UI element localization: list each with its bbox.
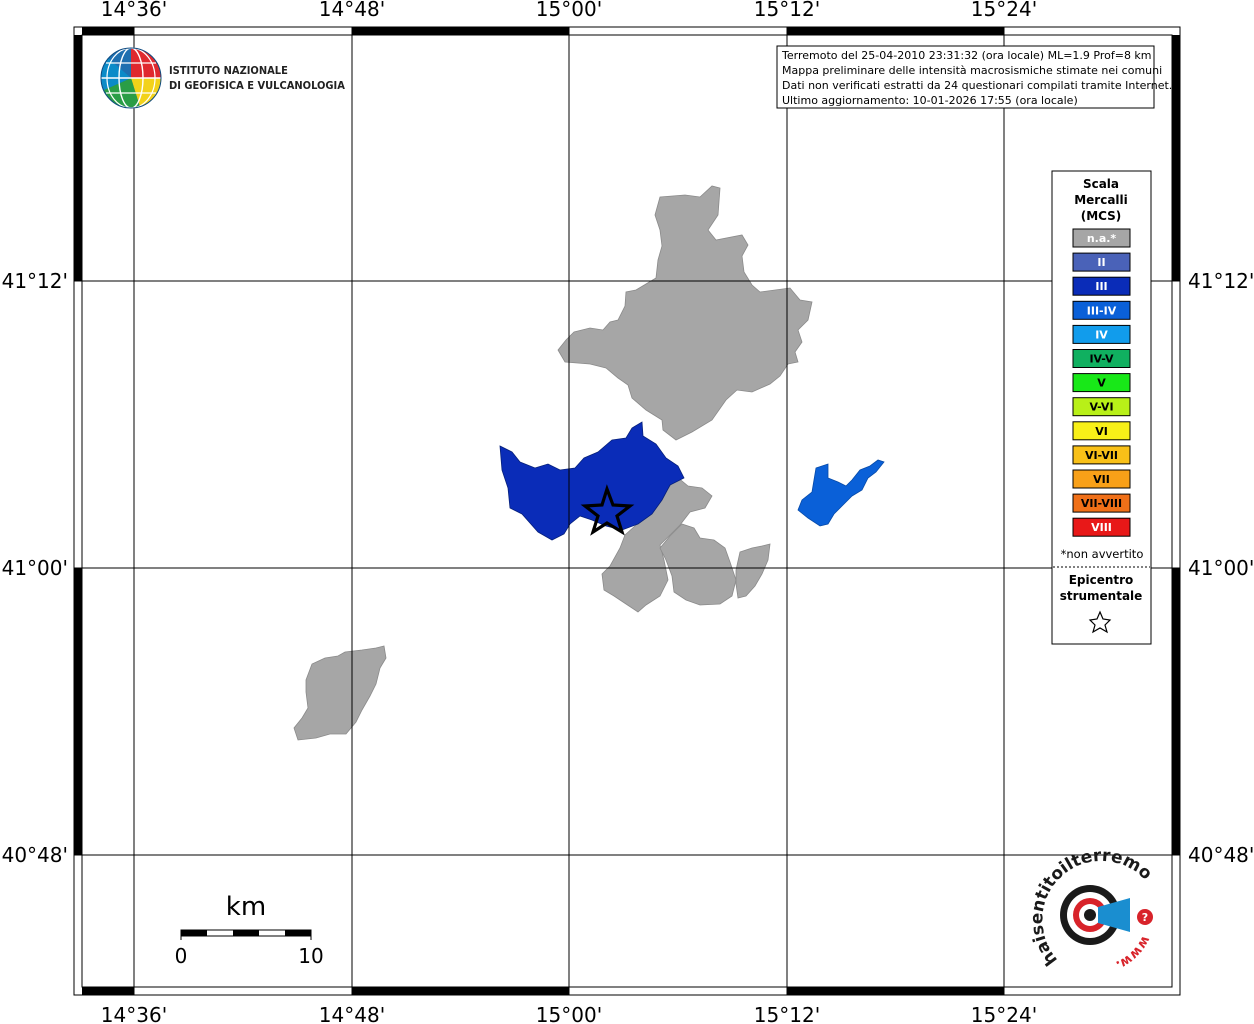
info-line-2: Mappa preliminare delle intensità macros…	[782, 64, 1162, 77]
ingv-globe-icon	[100, 47, 162, 109]
svg-text:?: ?	[1142, 911, 1148, 924]
legend-label-7: V-VI	[1089, 401, 1113, 414]
event-info-box: Terremoto del 25-04-2010 23:31:32 (ora l…	[776, 45, 1172, 109]
lat-label-left-2: 41°00'	[2, 556, 68, 580]
lon-label-bottom-3: 15°00'	[536, 1003, 602, 1024]
legend-label-11: VII-VIII	[1081, 497, 1122, 510]
lon-label-bottom-4: 15°12'	[754, 1003, 820, 1024]
info-line-1: Terremoto del 25-04-2010 23:31:32 (ora l…	[781, 49, 1152, 62]
lon-label-top-4: 15°12'	[754, 0, 820, 21]
scale-min: 0	[175, 944, 188, 968]
legend-label-10: VII	[1093, 473, 1110, 486]
lon-label-top-1: 14°36'	[101, 0, 167, 21]
lon-label-bottom-1: 14°36'	[101, 1003, 167, 1024]
legend-epicenter-title-1: Epicentro	[1069, 573, 1134, 587]
legend-label-5: IV-V	[1089, 353, 1114, 366]
lat-label-left-1: 41°12'	[2, 269, 68, 293]
legend-label-2: III	[1095, 280, 1107, 293]
legend-label-4: IV	[1095, 328, 1108, 341]
lat-label-right-1: 41°12'	[1188, 269, 1254, 293]
legend-label-3: III-IV	[1087, 304, 1117, 317]
lon-label-top-2: 14°48'	[319, 0, 385, 21]
ingv-logo-line2: DI GEOFISICA E VULCANOLOGIA	[169, 79, 345, 92]
legend-title-1: Scala	[1083, 177, 1119, 191]
legend-label-1: II	[1097, 256, 1105, 269]
lat-label-right-3: 40°48'	[1188, 843, 1254, 867]
legend-title-2: Mercalli	[1074, 193, 1128, 207]
legend-label-0: n.a.*	[1087, 232, 1117, 245]
lat-label-right-2: 41°00'	[1188, 556, 1254, 580]
info-line-4: Ultimo aggiornamento: 10-01-2026 17:55 (…	[782, 94, 1078, 107]
legend-title-3: (MCS)	[1081, 209, 1122, 223]
scale-unit: km	[226, 892, 266, 922]
legend-label-12: VIII	[1091, 521, 1112, 534]
scale-max: 10	[298, 944, 323, 968]
legend-label-6: V	[1097, 377, 1106, 390]
ingv-logo-line1: ISTITUTO NAZIONALE	[169, 64, 288, 77]
info-line-3: Dati non verificati estratti da 24 quest…	[782, 79, 1172, 92]
legend-label-8: VI	[1095, 425, 1108, 438]
lon-label-top-5: 15°24'	[971, 0, 1037, 21]
macroseismic-map: 14°36' 14°48' 15°00' 15°12' 15°24' 14°36…	[0, 0, 1254, 1024]
lon-label-top-3: 15°00'	[536, 0, 602, 21]
intensity-legend: Scala Mercalli (MCS) n.a.*IIIIIIII-IVIVI…	[1051, 170, 1152, 645]
legend-note: *non avvertito	[1061, 547, 1144, 561]
lat-label-left-3: 40°48'	[2, 843, 68, 867]
legend-epicenter-title-2: strumentale	[1060, 589, 1143, 603]
lon-label-bottom-2: 14°48'	[319, 1003, 385, 1024]
lon-label-bottom-5: 15°24'	[971, 1003, 1037, 1024]
legend-label-9: VI-VII	[1085, 449, 1118, 462]
